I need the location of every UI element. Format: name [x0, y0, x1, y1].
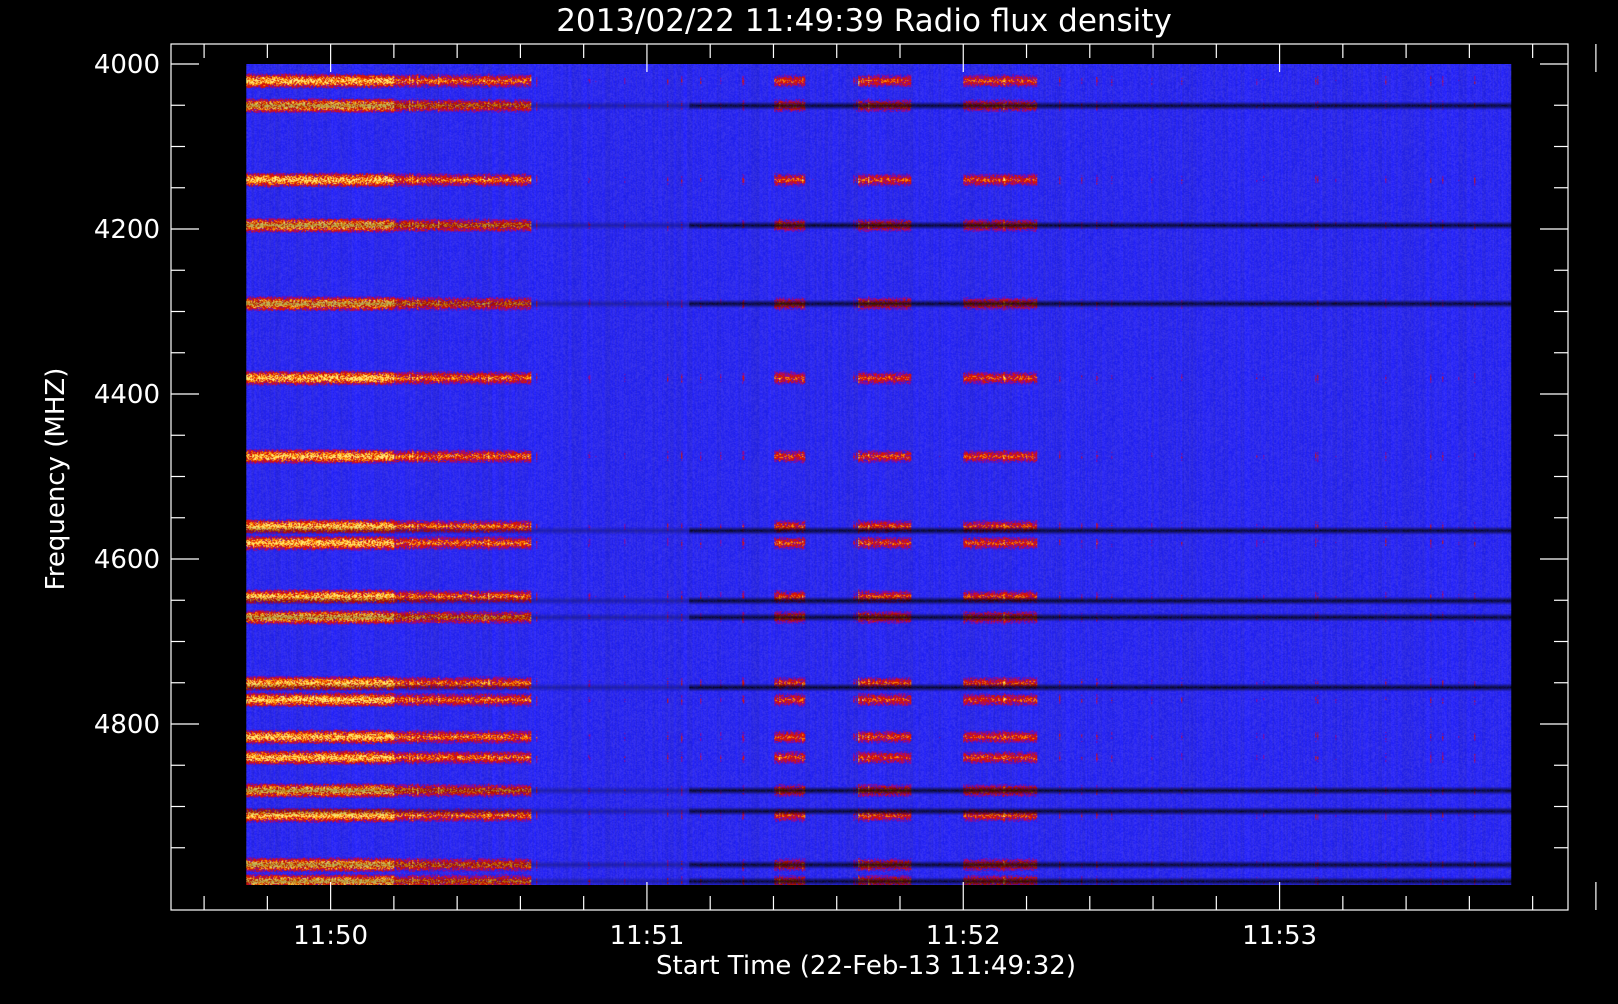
heatmap-image	[246, 64, 1512, 885]
x-tick-label: 11:50	[293, 921, 368, 951]
y-tick-label: 4000	[94, 50, 160, 80]
x-tick-label: 11:52	[926, 921, 1001, 951]
y-tick-label: 4200	[94, 215, 160, 245]
spectrogram-svg: 2013/02/22 11:49:39 Radio flux density 4…	[0, 0, 1618, 1000]
spectrogram-chart: 2013/02/22 11:49:39 Radio flux density 4…	[0, 0, 1618, 1000]
x-tick-label: 11:51	[609, 921, 684, 951]
x-axis-label: Start Time (22-Feb-13 11:49:32)	[656, 951, 1076, 981]
heatmap-raster	[246, 64, 1512, 885]
y-axis-label: Frequency (MHZ)	[41, 368, 71, 591]
y-tick-label: 4400	[94, 380, 160, 410]
y-tick-label: 4600	[94, 545, 160, 575]
chart-title: 2013/02/22 11:49:39 Radio flux density	[556, 3, 1172, 39]
y-tick-label: 4800	[94, 710, 160, 740]
x-tick-label: 11:53	[1242, 921, 1317, 951]
